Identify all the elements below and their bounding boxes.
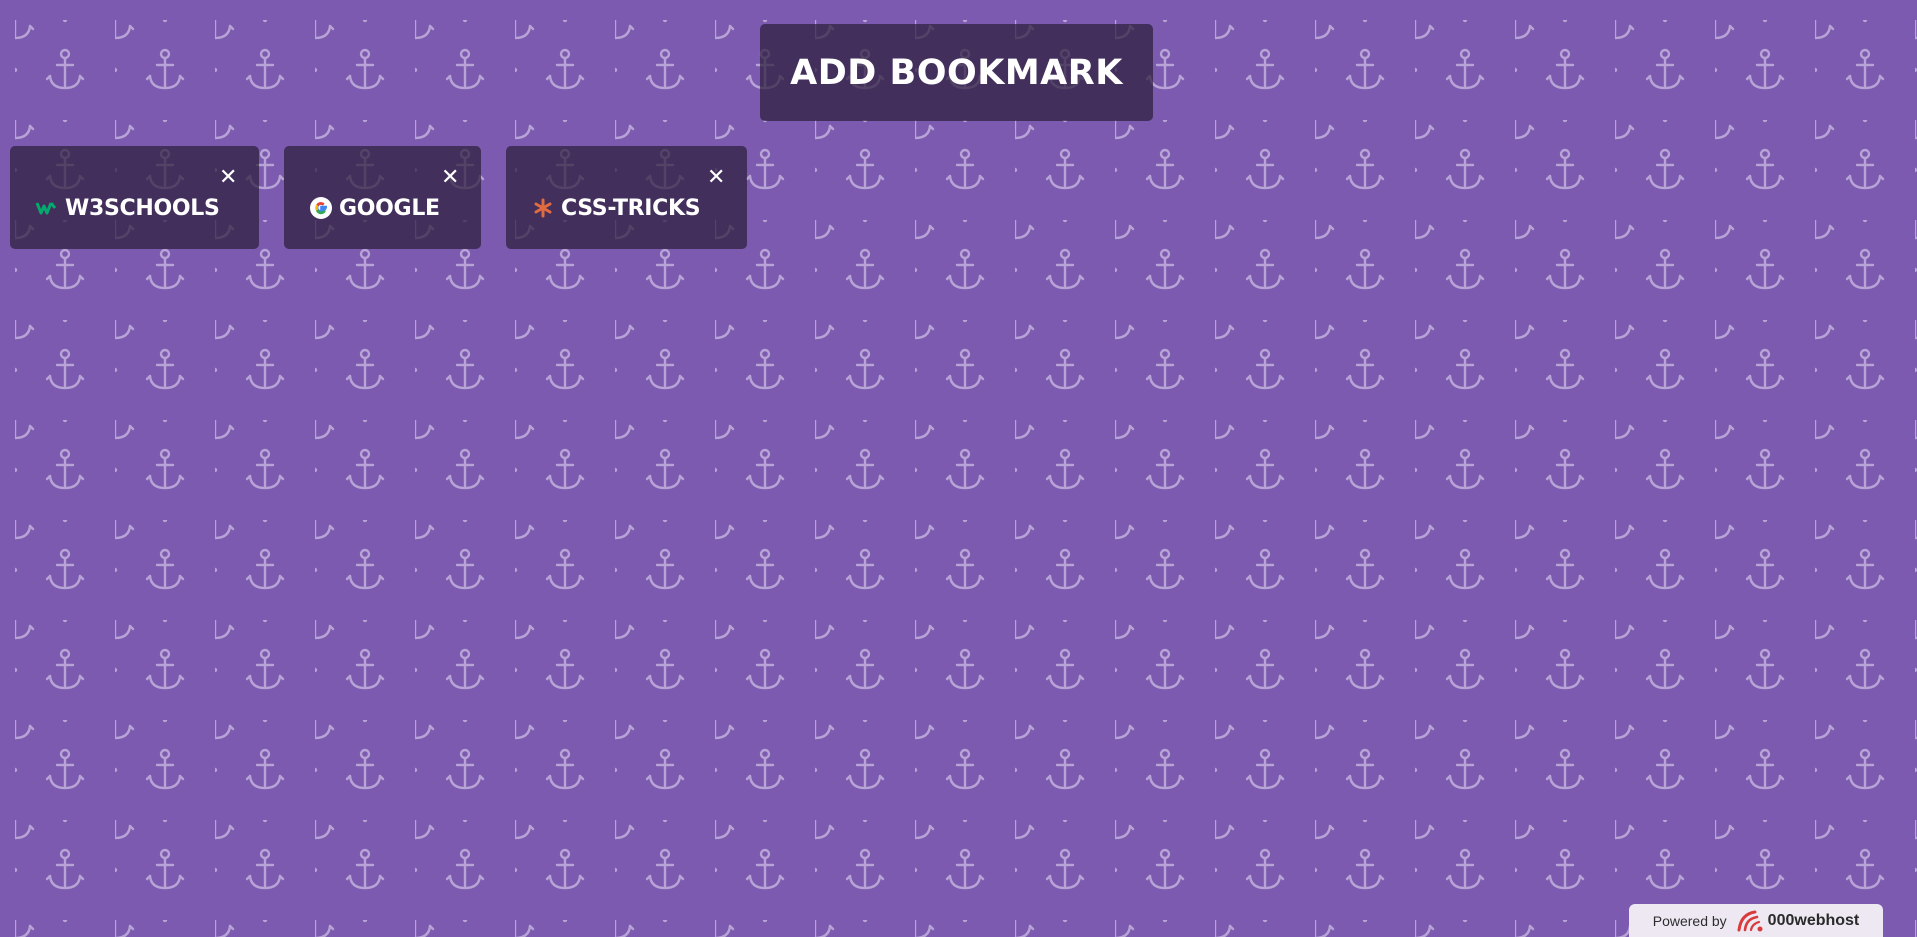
000webhost-brand-label: 000webhost <box>1767 911 1860 929</box>
css-tricks-icon <box>531 196 555 220</box>
bookmark-card-css-tricks: ✕ CSS-TRICKS <box>506 146 747 249</box>
bookmark-link-w3schools[interactable]: W3SCHOOLS <box>65 196 220 221</box>
bookmark-card-google: ✕ GOOGLE <box>284 146 481 249</box>
delete-bookmark-icon[interactable]: ✕ <box>707 167 725 189</box>
bookmark-link-google[interactable]: GOOGLE <box>339 196 440 221</box>
bookmark-card-w3schools: ✕ W3SCHOOLS <box>10 146 259 249</box>
anchor-pattern-background <box>0 0 1917 937</box>
w3schools-icon <box>35 196 59 220</box>
delete-bookmark-icon[interactable]: ✕ <box>219 167 237 189</box>
bookmark-link-css-tricks[interactable]: CSS-TRICKS <box>561 196 701 221</box>
add-bookmark-button[interactable]: ADD BOOKMARK <box>760 24 1153 121</box>
google-icon <box>309 196 333 220</box>
delete-bookmark-icon[interactable]: ✕ <box>441 167 459 189</box>
powered-by-badge[interactable]: Powered by 000webhost <box>1629 904 1883 937</box>
powered-by-label: Powered by <box>1652 912 1727 929</box>
000webhost-logo-icon <box>1735 908 1765 934</box>
